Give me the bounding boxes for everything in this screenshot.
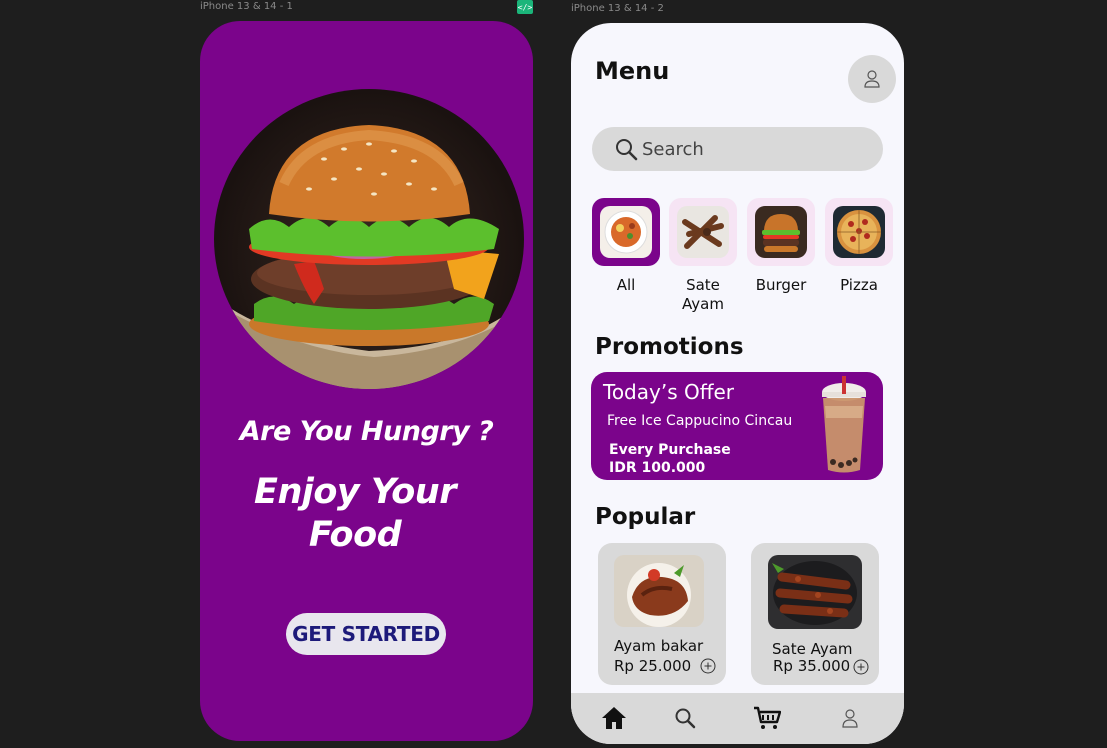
ayam-bakar-image	[614, 555, 704, 627]
menu-screen: Menu Search All Sate Ayam Burger Pizza P…	[571, 23, 904, 744]
page-title: Menu	[595, 57, 670, 85]
promo-banner[interactable]: Today’s Offer Free Ice Cappucino Cincau …	[591, 372, 883, 480]
add-to-cart-icon[interactable]	[700, 658, 716, 674]
popular-title: Popular	[595, 504, 696, 530]
category-sate-ayam[interactable]: Sate Ayam	[669, 198, 737, 314]
promo-subtitle: Free Ice Cappucino Cincau	[607, 413, 793, 429]
get-started-button[interactable]: GET STARTED	[286, 613, 446, 655]
home-icon	[602, 707, 626, 729]
category-pizza[interactable]: Pizza	[825, 198, 893, 295]
category-all[interactable]: All	[592, 198, 660, 295]
burger-icon	[755, 206, 807, 258]
popular-card-sate-ayam[interactable]: Sate Ayam Rp 35.000	[751, 543, 879, 685]
noodle-bowl-icon	[600, 206, 652, 258]
item-price: Rp 25.000	[614, 657, 692, 675]
tagline-line-1: Enjoy Your	[254, 472, 456, 512]
code-badge[interactable]: </>	[517, 0, 533, 14]
nav-cart[interactable]	[753, 704, 781, 732]
profile-button[interactable]	[848, 55, 896, 103]
nav-search[interactable]	[671, 704, 699, 732]
iced-cappuccino-image	[822, 376, 866, 473]
item-name: Sate Ayam	[772, 640, 853, 658]
category-label: Sate Ayam	[682, 276, 724, 313]
category-label: Burger	[755, 276, 807, 294]
bottom-nav	[571, 693, 904, 744]
nav-profile[interactable]	[836, 704, 864, 732]
hungry-headline: Are You Hungry ?	[239, 416, 494, 447]
promotions-title: Promotions	[595, 334, 744, 360]
item-name: Ayam bakar	[614, 637, 704, 655]
item-price: Rp 35.000	[773, 657, 851, 675]
nav-home[interactable]	[600, 704, 628, 732]
promo-title: Today’s Offer	[603, 380, 735, 404]
tagline-line-2: Food	[308, 515, 402, 555]
profile-icon	[842, 709, 858, 728]
category-burger[interactable]: Burger	[747, 198, 815, 295]
welcome-screen: Are You Hungry ? Enjoy Your Food GET STA…	[200, 21, 533, 741]
search-icon	[675, 708, 696, 729]
search-icon	[614, 137, 638, 161]
add-to-cart-icon[interactable]	[853, 659, 869, 675]
satay-icon	[677, 206, 729, 258]
promo-condition-line-2: IDR 100.000	[609, 460, 706, 476]
category-label: All	[616, 276, 636, 294]
popular-card-ayam-bakar[interactable]: Ayam bakar Rp 25.000	[598, 543, 726, 685]
frame-label-2: iPhone 13 & 14 - 2	[571, 3, 664, 14]
promo-condition: Every Purchase IDR 100.000	[609, 441, 731, 477]
pizza-icon	[833, 206, 885, 258]
hero-burger-image	[214, 89, 524, 389]
enjoy-tagline: Enjoy Your Food	[200, 471, 510, 557]
search-input[interactable]: Search	[592, 127, 883, 171]
category-label: Pizza	[840, 276, 878, 294]
user-icon	[864, 70, 880, 88]
search-placeholder: Search	[642, 138, 704, 160]
frame-label-1: iPhone 13 & 14 - 1	[200, 1, 293, 12]
cart-icon	[754, 706, 781, 729]
promo-condition-line-1: Every Purchase	[609, 442, 731, 458]
sate-ayam-image	[768, 555, 862, 629]
